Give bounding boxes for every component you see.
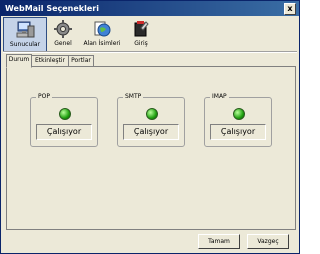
gear-icon bbox=[54, 20, 72, 38]
service-group-smtp: SMTP Çalışıyor bbox=[117, 93, 185, 147]
login-icon bbox=[134, 21, 149, 37]
close-button[interactable]: x bbox=[284, 3, 296, 15]
computer-icon bbox=[16, 21, 35, 38]
toolbar-item-general[interactable]: Genel bbox=[48, 17, 78, 50]
toolbar-label-domain-names: Alan İsimleri bbox=[83, 40, 121, 47]
status-led-icon bbox=[146, 108, 158, 120]
globe-icon bbox=[94, 21, 111, 37]
toolbar-item-servers[interactable]: Sunucular bbox=[3, 17, 47, 52]
toolbar-label-servers: Sunucular bbox=[9, 41, 41, 48]
toolbar-label-general: Genel bbox=[54, 40, 72, 47]
tab-ports[interactable]: Portlar bbox=[68, 55, 94, 66]
status-panel: POP Çalışıyor SMTP Çalışıyor IMAP Çalışı… bbox=[6, 66, 296, 230]
title-bar[interactable]: WebMail Seçenekleri x bbox=[1, 1, 299, 16]
window-title: WebMail Seçenekleri bbox=[5, 4, 99, 13]
toolbar-item-login[interactable]: Giriş bbox=[126, 17, 156, 50]
service-status-pop: Çalışıyor bbox=[36, 124, 92, 140]
toolbar-label-login: Giriş bbox=[134, 40, 148, 47]
tab-enable[interactable]: Etkinleştir bbox=[31, 55, 69, 66]
service-group-pop: POP Çalışıyor bbox=[30, 93, 98, 147]
webmail-options-window: WebMail Seçenekleri x Sunucular Genel Al… bbox=[0, 0, 300, 254]
category-toolbar: Sunucular Genel Alan İsimleri Giriş bbox=[1, 16, 299, 52]
status-led-icon bbox=[233, 108, 245, 120]
tab-status[interactable]: Durum bbox=[6, 54, 32, 68]
service-group-imap: IMAP Çalışıyor bbox=[204, 93, 272, 147]
toolbar-item-domain-names[interactable]: Alan İsimleri bbox=[81, 17, 123, 50]
ok-button[interactable]: Tamam bbox=[198, 234, 240, 249]
service-name-imap: IMAP bbox=[210, 93, 229, 100]
toolbar-divider bbox=[3, 51, 297, 53]
service-status-smtp: Çalışıyor bbox=[123, 124, 179, 140]
service-status-imap: Çalışıyor bbox=[210, 124, 266, 140]
service-name-pop: POP bbox=[36, 93, 52, 100]
status-led-icon bbox=[59, 108, 71, 120]
service-name-smtp: SMTP bbox=[123, 93, 144, 100]
cancel-button[interactable]: Vazgeç bbox=[247, 234, 289, 249]
